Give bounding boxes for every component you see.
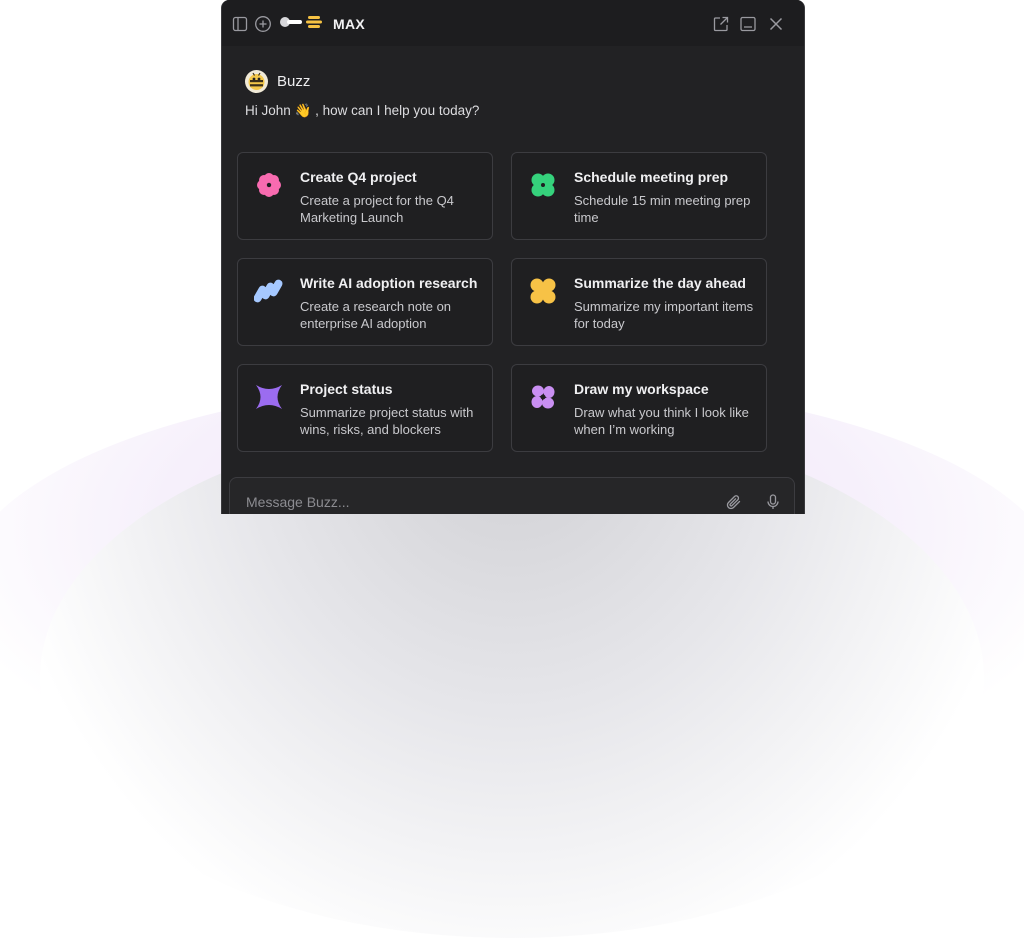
- card-title: Write AI adoption research: [300, 275, 478, 291]
- star-icon: [254, 382, 284, 412]
- assistant-name: Buzz: [277, 73, 311, 90]
- suggestion-card-draw-my-workspace[interactable]: Draw my workspace Draw what you think I …: [511, 364, 767, 452]
- card-description: Create a project for the Q4 Marketing La…: [300, 193, 454, 225]
- suggestion-card-write-ai-adoption-research[interactable]: Write AI adoption research Create a rese…: [237, 258, 493, 346]
- flower-icon: [254, 170, 284, 200]
- waves-icon: [253, 276, 284, 306]
- clover-icon: [528, 170, 558, 200]
- attach-icon[interactable]: [724, 492, 744, 512]
- card-description: Create a research note on enterprise AI …: [300, 299, 452, 331]
- card-title: Create Q4 project: [300, 169, 417, 185]
- card-title: Draw my workspace: [574, 381, 709, 397]
- brand: MAX: [279, 14, 365, 34]
- avatar: [245, 70, 268, 93]
- message-input[interactable]: [244, 490, 688, 514]
- close-icon[interactable]: [766, 14, 786, 34]
- card-title: Project status: [300, 381, 393, 397]
- brand-logo-icon: [279, 14, 327, 35]
- blob-icon: [528, 276, 558, 306]
- greeting-text: Hi John 👋 , how can I help you today?: [245, 103, 480, 118]
- open-external-icon[interactable]: [711, 14, 731, 34]
- title-bar: MAX: [222, 0, 804, 46]
- new-chat-icon[interactable]: [253, 14, 273, 34]
- assistant-header: Buzz: [245, 70, 310, 93]
- assistant-window: MAX Buzz Hi John 👋 , how can I help you …: [221, 0, 805, 514]
- petals-icon: [528, 382, 558, 412]
- suggestion-card-schedule-meeting-prep[interactable]: Schedule meeting prep Schedule 15 min me…: [511, 152, 767, 240]
- message-composer: [229, 477, 795, 514]
- microphone-icon[interactable]: [763, 492, 783, 512]
- card-title: Schedule meeting prep: [574, 169, 729, 185]
- card-description: Schedule 15 min meeting prep time: [574, 193, 751, 225]
- sidebar-toggle-icon[interactable]: [230, 14, 250, 34]
- card-description: Summarize my important items for today: [574, 299, 754, 331]
- suggestion-card-summarize-day-ahead[interactable]: Summarize the day ahead Summarize my imp…: [511, 258, 767, 346]
- brand-name: MAX: [333, 16, 366, 32]
- suggestion-card-project-status[interactable]: Project status Summarize project status …: [237, 364, 493, 452]
- card-description: Summarize project status with wins, risk…: [300, 405, 474, 437]
- suggestion-card-create-q4-project[interactable]: Create Q4 project Create a project for t…: [237, 152, 493, 240]
- card-title: Summarize the day ahead: [574, 275, 746, 291]
- card-description: Draw what you think I look like when I’m…: [574, 405, 749, 437]
- minimize-icon[interactable]: [738, 14, 758, 34]
